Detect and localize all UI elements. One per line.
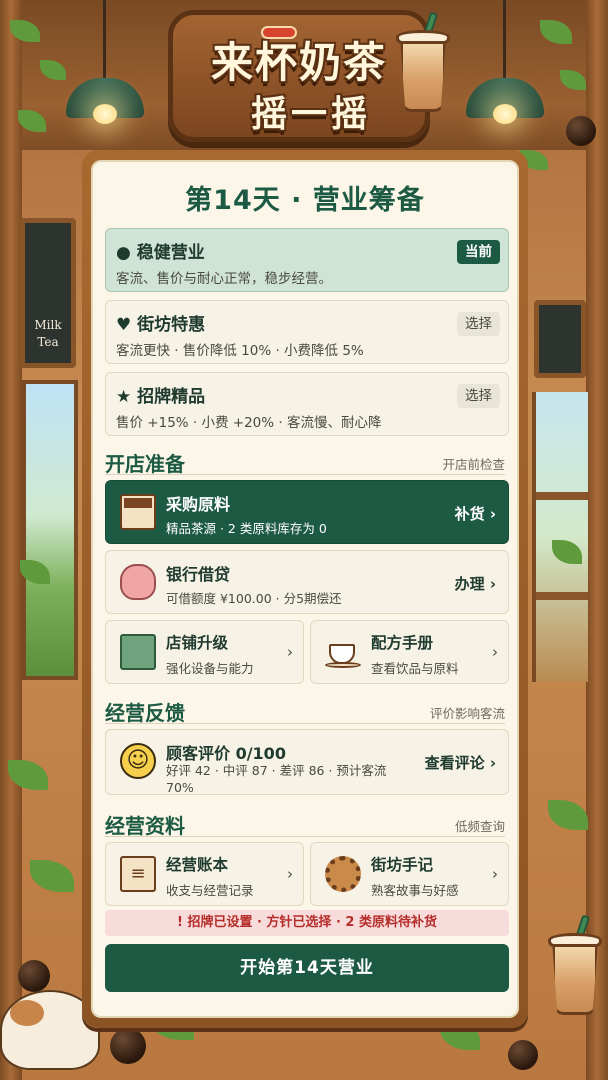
ledger-icon: ≡	[120, 856, 156, 892]
shop-upgrade-card[interactable]: 店铺升级 强化设备与能力 ›	[105, 620, 304, 684]
strategy-option-neighborhood[interactable]: ♥ 街坊特惠 客流更快 · 售价降低 10% · 小费降低 5% 选择	[105, 300, 509, 364]
current-badge: 当前	[457, 240, 500, 264]
section-title: 经营资料	[105, 814, 185, 838]
card-desc: 强化设备与能力	[166, 661, 254, 676]
start-business-button[interactable]: 开始第14天营业	[105, 944, 509, 992]
bubble-tea-cup-icon	[548, 914, 602, 1015]
strategy-name: 稳健营业	[136, 243, 205, 263]
recipe-book-card[interactable]: 配方手册 查看饮品与原料 ›	[310, 620, 509, 684]
card-title: 经营账本	[166, 856, 229, 874]
row-desc: 精品茶源 · 2 类原料库存为 0	[166, 521, 327, 536]
section-note: 开店前检查	[442, 457, 505, 472]
strategy-option-steady[interactable]: ● 稳健营业 客流、售价与耐心正常，稳步经营。 当前	[105, 228, 509, 292]
game-title-line1: 来杯奶茶	[210, 38, 387, 87]
tapioca-pearl-icon	[508, 1040, 538, 1070]
card-title: 街坊手记	[371, 856, 434, 874]
row-title: 银行借贷	[166, 565, 231, 584]
row-desc: 可借额度 ¥100.00 · 分5期偿还	[166, 591, 342, 606]
section-title: 经营反馈	[105, 701, 185, 725]
card-desc: 查看饮品与原料	[371, 661, 459, 676]
day-title: 第14天 · 营业筹备	[185, 185, 425, 216]
row-desc: 好评 42 · 中评 87 · 差评 86 · 预计客流 70%	[166, 763, 387, 795]
restock-button[interactable]: 补货 ›	[455, 503, 496, 524]
chevron-right-icon: ›	[287, 643, 293, 661]
chevron-right-icon: ›	[492, 643, 498, 661]
records-section-header: 经营资料 低频查询	[105, 810, 505, 838]
chalkboard-text-line2: Tea	[37, 335, 59, 349]
strategy-name: 招牌精品	[137, 387, 206, 407]
leaf-icon	[548, 800, 588, 830]
piggy-bank-icon	[120, 564, 156, 600]
card-desc: 收支与经营记录	[166, 883, 254, 898]
select-button[interactable]: 选择	[457, 312, 500, 336]
apply-loan-button[interactable]: 办理 ›	[455, 573, 496, 594]
strategy-desc: 客流、售价与耐心正常，稳步经营。	[116, 271, 332, 287]
chevron-right-icon: ›	[492, 865, 498, 883]
leaf-icon	[30, 860, 74, 892]
cat-chalkboard	[534, 300, 586, 378]
section-note: 低频查询	[454, 819, 505, 834]
card-title: 配方手册	[371, 634, 434, 652]
machine-icon	[120, 634, 156, 670]
tapioca-pearl-icon	[110, 1028, 146, 1064]
tapioca-pearl-icon	[18, 960, 50, 992]
main-panel: 第14天 · 营业筹备 ● 稳健营业 客流、售价与耐心正常，稳步经营。 当前 ♥…	[91, 160, 519, 1018]
smiley-face-icon: ☺	[120, 743, 156, 779]
supply-crate-icon	[120, 494, 156, 530]
strategy-desc: 售价 +15% · 小费 +20% · 客流慢、耐心降	[116, 415, 382, 431]
card-title: 店铺升级	[166, 634, 229, 652]
milk-tea-chalkboard: Milk Tea	[20, 218, 76, 368]
feedback-section-header: 经营反馈 评价影响客流	[105, 697, 505, 725]
coffee-cup-icon	[325, 634, 361, 670]
bank-loan-row[interactable]: 银行借贷 可借额度 ¥100.00 · 分5期偿还 办理 ›	[105, 550, 509, 614]
right-shelf	[532, 392, 588, 682]
left-wooden-post	[0, 0, 22, 1080]
select-button[interactable]: 选择	[457, 384, 500, 408]
status-alert: ! 招牌已设置 · 方针已选择 · 2 类原料待补货	[105, 910, 509, 936]
title-badge-icon	[261, 26, 297, 39]
strategy-desc: 客流更快 · 售价降低 10% · 小费降低 5%	[116, 343, 364, 359]
view-reviews-button[interactable]: 查看评论 ›	[425, 752, 496, 773]
neighborhood-notes-card[interactable]: 街坊手记 熟客故事与好感 ›	[310, 842, 509, 906]
chalkboard-text-line1: Milk	[34, 318, 62, 332]
strategy-name: 街坊特惠	[137, 315, 206, 335]
divider	[105, 723, 505, 724]
game-title-line2: 摇一摇	[250, 94, 371, 135]
customer-review-row[interactable]: ☺ 顾客评价 0/100 好评 42 · 中评 87 · 差评 86 · 预计客…	[105, 729, 509, 795]
card-desc: 熟客故事与好感	[371, 883, 459, 898]
section-title: 开店准备	[105, 452, 185, 476]
game-title-sign: 来杯奶茶 摇一摇	[168, 10, 430, 142]
star-icon: ★	[116, 387, 132, 407]
garden-window	[22, 380, 78, 680]
purchase-ingredients-row[interactable]: 采购原料 精品茶源 · 2 类原料库存为 0 补货 ›	[105, 480, 509, 544]
strategy-option-premium[interactable]: ★ 招牌精品 售价 +15% · 小费 +20% · 客流慢、耐心降 选择	[105, 372, 509, 436]
divider	[105, 836, 505, 837]
prep-section-header: 开店准备 开店前检查	[105, 448, 505, 476]
gear-icon	[325, 856, 361, 892]
divider	[105, 474, 505, 475]
circle-icon: ●	[116, 243, 131, 263]
section-note: 评价影响客流	[429, 706, 505, 721]
tapioca-pearl-icon	[566, 116, 596, 146]
heart-icon: ♥	[116, 315, 132, 335]
title-bubble-tea-icon	[396, 11, 450, 112]
ledger-card[interactable]: ≡ 经营账本 收支与经营记录 ›	[105, 842, 304, 906]
row-title: 采购原料	[166, 495, 231, 514]
row-title: 顾客评价 0/100	[166, 744, 286, 763]
chevron-right-icon: ›	[287, 865, 293, 883]
